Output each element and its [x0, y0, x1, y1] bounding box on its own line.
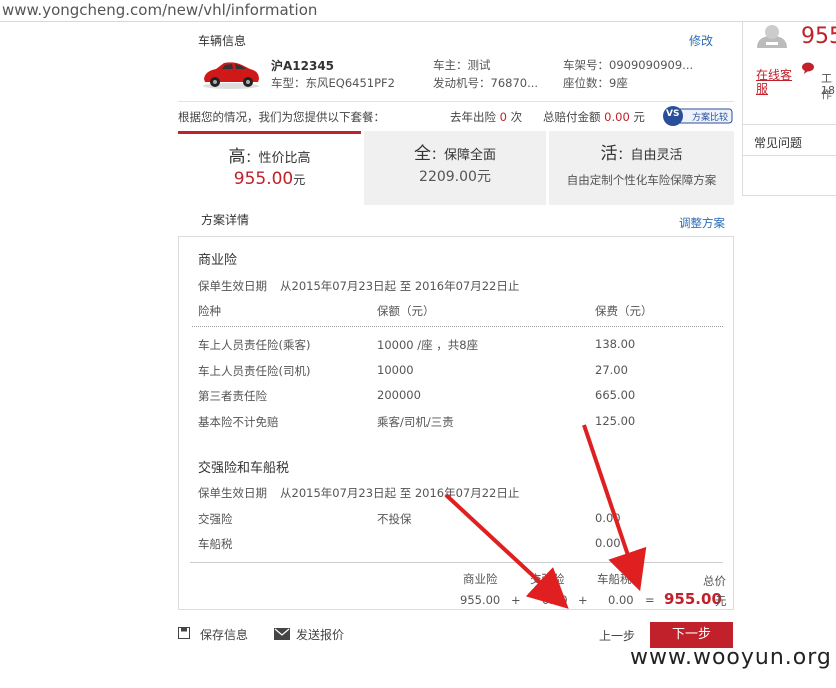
row-premium: 27.00 [595, 363, 628, 377]
vehicle-divider [178, 101, 734, 102]
faq-box: 常见问题 [742, 124, 836, 196]
plan-title: 性价比高 [258, 151, 311, 166]
adjust-plan-link[interactable]: 调整方案 [679, 215, 725, 231]
compare-label: 方案比较 [692, 113, 729, 123]
row-type: 车上人员责任险(司机) [198, 364, 311, 378]
vehicle-engine: 发动机号：76870... [433, 76, 539, 90]
row-coverage: 10000 /座 ，共8座 [377, 338, 479, 352]
amount-value: 0.00 [604, 110, 630, 124]
commercial-period: 从2015年07月23日起 至 2016年07月22日止 [280, 279, 520, 293]
plan-char: 全 [413, 144, 431, 164]
compare-vs-text: VS [666, 109, 680, 119]
vehicle-seats: 座位数：9座 [563, 76, 628, 90]
row-type: 交强险 [198, 512, 233, 526]
total-compulsory-value: 0.00 [542, 593, 568, 607]
plan-title: 保障全面 [444, 148, 497, 163]
plan-unit: 元 [476, 169, 491, 185]
row-premium: 0.00 [595, 536, 621, 550]
vehicle-owner: 车主：测试 [433, 58, 491, 72]
plan-unit: 元 [293, 173, 306, 187]
row-coverage: 不投保 [377, 512, 412, 526]
totals-divider [190, 562, 723, 563]
compulsory-period: 从2015年07月23日起 至 2016年07月22日止 [280, 486, 520, 500]
row-type: 基本险不计免赔 [198, 415, 279, 429]
vehicle-frame: 车架号：0909090909... [563, 58, 694, 72]
amount-label: 总赔付金额 [543, 110, 601, 124]
browser-url-bar[interactable]: www.yongcheng.com/new/vhl/information [0, 0, 836, 22]
total-unit: 元 [715, 594, 727, 608]
row-coverage: 乘客/司机/三责 [377, 415, 454, 429]
claims-label: 去年出险 [450, 110, 496, 124]
claims-unit: 次 [510, 110, 523, 124]
plan-title: 自由灵活 [630, 148, 683, 163]
commercial-title: 商业险 [198, 253, 238, 268]
row-type: 车上人员责任险(乘客) [198, 338, 311, 352]
total-commercial-label: 商业险 [463, 572, 498, 586]
prev-step-button[interactable]: 上一步 [599, 627, 635, 644]
total-label: 总价 [703, 574, 726, 588]
plan-tab-flexible[interactable]: 活：自由灵活 自由定制个性化车险保障方案 [549, 131, 734, 205]
summary-intro: 根据您的情况，我们为您提供以下套餐： [178, 110, 385, 124]
row-premium: 125.00 [595, 414, 636, 428]
plus-sign: + [578, 593, 588, 607]
plan-sep: ： [617, 148, 631, 163]
row-premium: 665.00 [595, 388, 636, 402]
save-info-label: 保存信息 [200, 628, 249, 642]
sidebar-price: 955 [801, 24, 836, 49]
details-title: 方案详情 [201, 213, 250, 227]
plan-char: 活 [600, 144, 618, 164]
time-hint: 18: [821, 84, 836, 97]
header-coverage: 保额（元） [377, 304, 435, 318]
equals-sign: = [645, 593, 655, 607]
row-type: 车船税 [198, 537, 233, 551]
claims-info: 去年出险 0 次 [450, 109, 522, 125]
total-tax-label: 车船税 [597, 572, 632, 586]
plan-price: 2209.00 [419, 169, 477, 185]
compulsory-title: 交强险和车船税 [198, 461, 290, 476]
vehicle-plate: 沪A12345 [271, 59, 335, 73]
url-text[interactable]: www.yongcheng.com/new/vhl/information [2, 1, 317, 19]
amount-info: 总赔付金额 0.00 元 [543, 109, 645, 125]
faq-title[interactable]: 常见问题 [754, 134, 802, 151]
chat-icon[interactable] [801, 62, 815, 74]
amount-unit: 元 [633, 110, 645, 124]
mail-icon [274, 628, 290, 640]
plan-tab-full[interactable]: 全：保障全面 2209.00元 [364, 131, 546, 205]
save-icon [178, 627, 190, 639]
header-premium: 保费（元） [595, 304, 653, 318]
row-premium: 138.00 [595, 337, 636, 351]
watermark: www.wooyun.org [630, 645, 832, 670]
vehicle-section-title: 车辆信息 [198, 34, 247, 48]
plan-price: 955.00 [233, 169, 294, 189]
row-coverage: 10000 [377, 363, 414, 377]
vehicle-edit-link[interactable]: 修改 [689, 32, 713, 49]
total-tax-value: 0.00 [608, 593, 634, 607]
plan-sep: ： [430, 148, 444, 163]
car-image [203, 62, 259, 89]
header-type: 险种 [198, 304, 221, 318]
plan-desc: 自由定制个性化车险保障方案 [566, 173, 717, 187]
commercial-period-label: 保单生效日期 [198, 279, 267, 293]
row-coverage: 200000 [377, 388, 421, 402]
plan-char: 高 [228, 147, 246, 167]
row-premium: 0.00 [595, 511, 621, 525]
support-icon [757, 25, 787, 48]
summary-line: 根据您的情况，我们为您提供以下套餐： [178, 109, 385, 125]
header-divider [192, 326, 723, 327]
claims-count: 0 [499, 110, 507, 124]
total-compulsory-label: 交强险 [530, 572, 565, 586]
faq-divider [743, 155, 836, 156]
total-value: 955.00 [664, 590, 722, 608]
compare-plans-button[interactable]: VS 方案比较 [662, 106, 734, 126]
send-quote-label: 发送报价 [296, 628, 345, 642]
plan-sep: ： [245, 151, 259, 166]
plan-tab-value[interactable]: 高：性价比高 955.00元 [178, 131, 361, 205]
total-commercial-value: 955.00 [460, 593, 501, 607]
compulsory-period-label: 保单生效日期 [198, 486, 267, 500]
vehicle-model: 车型：东风EQ6451PF2 [271, 76, 395, 90]
online-service-link[interactable]: 在线客服 [756, 68, 796, 96]
plus-sign: + [511, 593, 521, 607]
row-type: 第三者责任险 [198, 389, 267, 403]
